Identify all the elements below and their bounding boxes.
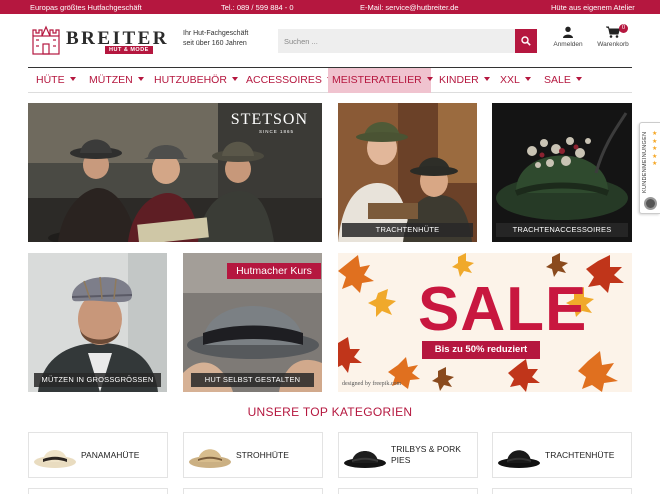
category-card-strohhuete[interactable]: STROHHÜTE — [183, 432, 323, 478]
sale-banner[interactable]: SALE Bis zu 50% reduziert designed by fr… — [338, 253, 632, 392]
category-card-partial[interactable] — [28, 488, 168, 494]
sale-headline: SALE — [418, 275, 588, 344]
chevron-down-icon — [231, 77, 238, 81]
email-link[interactable]: E-Mail: service@hutbreiter.de — [360, 3, 459, 12]
category-card-partial[interactable] — [492, 488, 632, 494]
trachtenhuete-photo — [338, 103, 477, 242]
account-button[interactable]: Anmelden — [550, 26, 586, 48]
site-logo[interactable]: BREITER HUT & MODE — [30, 24, 176, 58]
tile-trachtenhuete[interactable]: TRACHTENHÜTE — [338, 103, 477, 242]
nav-label: HÜTE — [36, 74, 65, 86]
stetson-logo: STETSON — [230, 111, 308, 128]
top-info-bar: Europas größtes Hutfachgeschäft Tel.: 08… — [0, 0, 660, 14]
hutmacher-kurs-badge: Hutmacher Kurs — [227, 263, 321, 279]
panama-hat-icon — [34, 450, 76, 468]
image-credit: designed by freepik.com — [342, 381, 402, 387]
nav-item-accessoires[interactable]: ACCESSOIRES — [242, 68, 337, 93]
tagline-line-2: seit über 160 Jahren — [183, 39, 247, 47]
nav-item-sale[interactable]: SALE — [540, 68, 586, 93]
muetzen-photo — [28, 253, 167, 392]
trilby-hat-icon — [344, 451, 386, 468]
tile-hut-selbst-gestalten[interactable]: Hutmacher Kurs HUT SELBST GESTALTEN — [183, 253, 322, 392]
trachtenaccessoires-photo — [492, 103, 632, 242]
tile-muetzen-grossgroessen[interactable]: MÜTZEN IN GROSSGRÖSSEN — [28, 253, 167, 392]
straw-hat-icon — [189, 449, 231, 468]
customer-reviews-tab[interactable]: KUNDENMEINUNGEN ★ ★ ★ ★ ★ — [639, 122, 660, 214]
category-card-trachtenhuete[interactable]: TRACHTENHÜTE — [492, 432, 632, 478]
chevron-down-icon — [524, 77, 531, 81]
cart-icon — [606, 26, 620, 38]
phone-link[interactable]: Tel.: 089 / 599 884 - 0 — [221, 3, 294, 12]
tagline-line-1: Ihr Hut-Fachgeschäft — [183, 30, 249, 37]
search-input[interactable] — [278, 29, 515, 53]
slogan-text: Europas größtes Hutfachgeschäft — [30, 3, 142, 12]
tile-label: HUT SELBST GESTALTEN — [191, 373, 314, 387]
cart-button[interactable]: 0 Warenkorb — [595, 24, 631, 48]
tagline: Ihr Hut-Fachgeschäft seit über 160 Jahre… — [183, 29, 248, 48]
tile-label: MÜTZEN IN GROSSGRÖSSEN — [34, 373, 161, 387]
atelier-text: Hüte aus eigenem Atelier — [551, 3, 635, 12]
category-label: STROHHÜTE — [236, 449, 289, 460]
reviews-label: KUNDENMEINUNGEN — [642, 131, 648, 193]
chevron-down-icon — [137, 77, 144, 81]
tile-trachtenaccessoires[interactable]: TRACHTENACCESSOIRES — [492, 103, 632, 242]
category-card-partial[interactable] — [183, 488, 323, 494]
seal-icon — [644, 197, 657, 210]
category-card-trilbys[interactable]: TRILBYS & PORK PIES — [338, 432, 478, 478]
category-label: PANAMAHÜTE — [81, 449, 140, 460]
stetson-since: SINCE 1865 — [258, 129, 294, 134]
nav-item-meisteratelier[interactable]: MEISTERATELIER — [328, 68, 433, 93]
nav-item-hutzubehoer[interactable]: HUTZUBEHÖR — [150, 68, 242, 93]
cart-label: Warenkorb — [597, 41, 629, 48]
star-rating-icon: ★ ★ ★ ★ ★ — [652, 131, 658, 167]
tile-label: TRACHTENHÜTE — [342, 223, 473, 237]
chevron-down-icon — [426, 77, 433, 81]
nav-label: HUTZUBEHÖR — [154, 74, 227, 86]
search-icon — [521, 36, 531, 46]
castle-logo-icon — [32, 25, 60, 55]
nav-item-kinder[interactable]: KINDER — [435, 68, 494, 93]
nav-label: ACCESSOIRES — [246, 74, 322, 86]
nav-item-xxl[interactable]: XXL — [496, 68, 535, 93]
tracht-hat-icon — [498, 450, 540, 468]
category-card-partial[interactable] — [338, 488, 478, 494]
nav-label: SALE — [544, 74, 571, 86]
sale-subtitle: Bis zu 50% reduziert — [422, 341, 540, 359]
nav-item-muetzen[interactable]: MÜTZEN — [85, 68, 148, 93]
hero-banner-stetson[interactable]: STETSON SINCE 1865 — [28, 103, 322, 242]
category-label: TRACHTENHÜTE — [545, 449, 615, 460]
nav-label: MEISTERATELIER — [332, 74, 422, 86]
chevron-down-icon — [483, 77, 490, 81]
account-label: Anmelden — [553, 41, 583, 48]
cart-count-badge: 0 — [619, 24, 628, 33]
brand-subtitle: HUT & MODE — [105, 46, 153, 54]
section-title-top-categories: UNSERE TOP KATEGORIEN — [247, 405, 413, 419]
nav-label: MÜTZEN — [89, 74, 133, 86]
nav-item-huete[interactable]: HÜTE — [32, 68, 80, 93]
user-icon — [563, 26, 573, 38]
search-button[interactable] — [515, 29, 537, 53]
main-navigation: HÜTE MÜTZEN HUTZUBEHÖR ACCESSOIRES MEIST… — [28, 67, 632, 93]
chevron-down-icon — [575, 77, 582, 81]
nav-label: XXL — [500, 74, 520, 86]
chevron-down-icon — [69, 77, 76, 81]
category-label: TRILBYS & PORK PIES — [391, 444, 461, 465]
nav-label: KINDER — [439, 74, 479, 86]
tile-label: TRACHTENACCESSOIRES — [496, 223, 628, 237]
category-card-panamahuete[interactable]: PANAMAHÜTE — [28, 432, 168, 478]
